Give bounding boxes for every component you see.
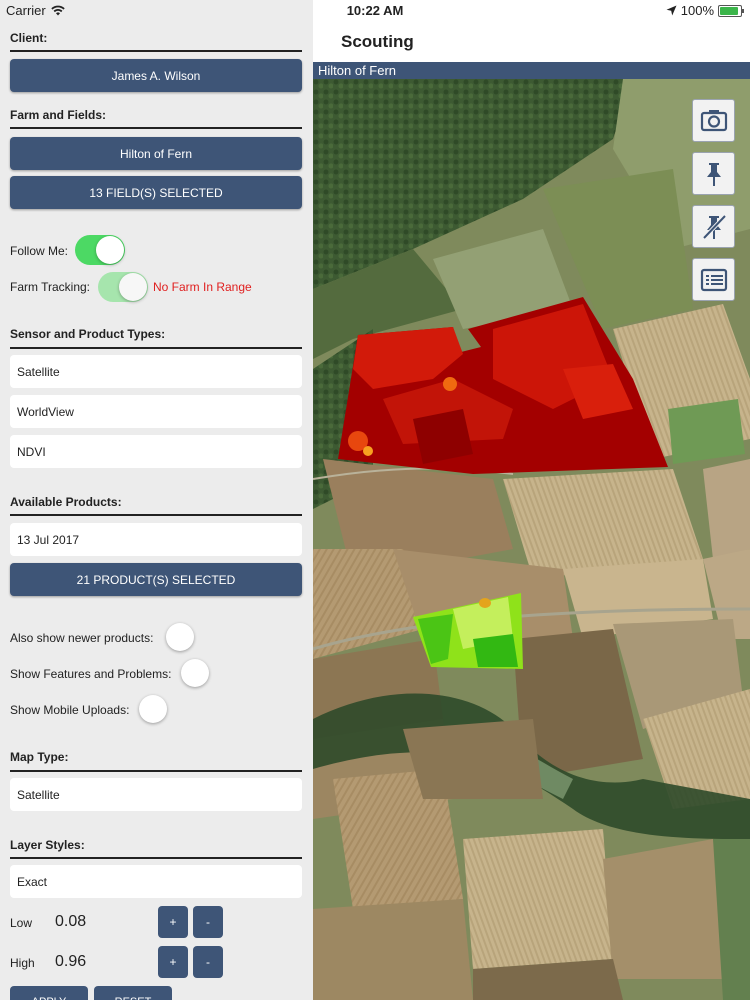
layer-style-field[interactable]: Exact	[10, 865, 302, 898]
client-label: Client:	[10, 31, 48, 45]
mobile-uploads-switch[interactable]	[139, 695, 167, 723]
divider	[10, 857, 302, 859]
features-problems-label: Show Features and Problems:	[10, 667, 172, 681]
toggle-knob	[119, 273, 147, 301]
status-right: 100%	[666, 3, 744, 18]
wifi-icon	[51, 5, 65, 16]
low-decrease-button[interactable]: -	[193, 906, 223, 938]
index-field[interactable]: NDVI	[10, 435, 302, 468]
status-bar: Carrier 10:22 AM 100%	[0, 0, 750, 22]
toggle-knob	[96, 236, 124, 264]
high-label: High	[10, 956, 35, 970]
follow-me-label: Follow Me:	[10, 244, 69, 258]
newer-products-label: Also show newer products:	[10, 631, 154, 645]
divider	[10, 770, 302, 772]
features-problems-switch[interactable]	[181, 659, 209, 687]
follow-me-toggle[interactable]	[75, 235, 125, 265]
divider	[10, 347, 302, 349]
high-increase-button[interactable]: +	[158, 946, 188, 978]
pin-icon	[706, 162, 721, 186]
layer-styles-label: Layer Styles:	[10, 838, 85, 852]
battery-icon	[718, 4, 744, 17]
low-label: Low	[10, 916, 33, 930]
sensor-label: Sensor and Product Types:	[10, 327, 166, 341]
farm-name-strip: Hilton of Fern	[313, 62, 750, 79]
page-title: Scouting	[341, 32, 414, 51]
battery-percent: 100%	[680, 3, 714, 18]
farm-tracking-toggle[interactable]	[98, 272, 148, 302]
reset-button[interactable]: RESET	[94, 986, 172, 1000]
sensor-field[interactable]: Satellite	[10, 355, 302, 388]
low-increase-button[interactable]: +	[158, 906, 188, 938]
status-time: 10:22 AM	[346, 3, 404, 18]
status-left: Carrier	[6, 3, 65, 18]
divider	[10, 127, 302, 129]
satellite-map[interactable]	[313, 79, 750, 1000]
available-products-label: Available Products:	[10, 495, 122, 509]
map-imagery[interactable]	[313, 79, 750, 1000]
camera-icon	[700, 109, 727, 131]
products-selected-button[interactable]: 21 PRODUCT(S) SELECTED	[10, 563, 302, 596]
farm-button[interactable]: Hilton of Fern	[10, 137, 302, 170]
pin-off-icon	[702, 214, 726, 239]
map-type-field[interactable]: Satellite	[10, 778, 302, 811]
farm-tracking-status: No Farm In Range	[153, 280, 252, 294]
mobile-uploads-label: Show Mobile Uploads:	[10, 703, 130, 717]
divider	[10, 50, 302, 52]
list-button[interactable]	[692, 258, 735, 301]
camera-button[interactable]	[692, 99, 735, 142]
newer-products-switch[interactable]	[166, 623, 194, 651]
location-arrow-icon	[666, 5, 677, 16]
apply-button[interactable]: APPLY	[10, 986, 88, 1000]
client-button[interactable]: James A. Wilson	[10, 59, 302, 92]
hide-pins-button[interactable]	[692, 205, 735, 248]
high-value: 0.96	[55, 953, 87, 970]
settings-panel: Client: James A. Wilson Farm and Fields:…	[0, 0, 313, 1000]
farm-fields-label: Farm and Fields:	[10, 108, 107, 122]
low-value: 0.08	[55, 913, 87, 930]
divider	[10, 514, 302, 516]
product-type-field[interactable]: WorldView	[10, 395, 302, 428]
carrier-text: Carrier	[6, 3, 46, 18]
high-decrease-button[interactable]: -	[193, 946, 223, 978]
fields-button[interactable]: 13 FIELD(S) SELECTED	[10, 176, 302, 209]
pin-button[interactable]	[692, 152, 735, 195]
list-icon	[700, 268, 727, 291]
map-type-label: Map Type:	[10, 750, 69, 764]
product-date-field[interactable]: 13 Jul 2017	[10, 523, 302, 556]
farm-tracking-label: Farm Tracking:	[10, 280, 91, 294]
